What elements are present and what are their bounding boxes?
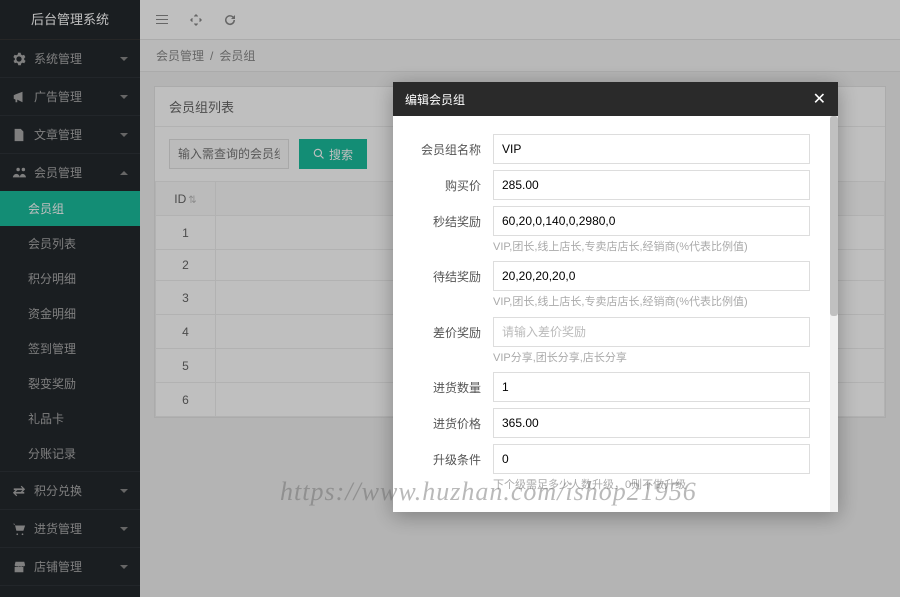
help-daijie: VIP,团长,线上店长,专卖店店长,经销商(%代表比例值) <box>493 295 810 310</box>
label-chajia: 差价奖励 <box>393 317 493 341</box>
input-jinhuo-price[interactable] <box>493 408 810 438</box>
label-name: 会员组名称 <box>393 134 493 158</box>
modal-body: 会员组名称 购买价 秒结奖励 VIP,团长,线上店长,专卖店店长,经销商(%代表… <box>393 116 838 512</box>
input-name[interactable] <box>493 134 810 164</box>
help-upgrade: 下个级需足多少人数升级，0则不做升级 <box>493 478 810 493</box>
modal-title: 编辑会员组 <box>405 91 465 108</box>
scrollbar-thumb[interactable] <box>830 116 838 316</box>
label-price: 购买价 <box>393 170 493 194</box>
input-jinhuo-qty[interactable] <box>493 372 810 402</box>
label-miaojie: 秒结奖励 <box>393 206 493 230</box>
label-upgrade: 升级条件 <box>393 444 493 468</box>
input-chajia[interactable] <box>493 317 810 347</box>
label-daijie: 待结奖励 <box>393 261 493 285</box>
help-miaojie: VIP,团长,线上店长,专卖店店长,经销商(%代表比例值) <box>493 240 810 255</box>
label-jinhuo-price: 进货价格 <box>393 408 493 432</box>
input-miaojie[interactable] <box>493 206 810 236</box>
input-price[interactable] <box>493 170 810 200</box>
input-daijie[interactable] <box>493 261 810 291</box>
label-jinhuo-qty: 进货数量 <box>393 372 493 396</box>
modal-scrollbar[interactable] <box>830 116 838 512</box>
input-upgrade[interactable] <box>493 444 810 474</box>
edit-modal: 编辑会员组 ✕ 会员组名称 购买价 秒结奖励 VIP,团长,线上店长,专卖店店长… <box>393 82 838 512</box>
modal-header: 编辑会员组 ✕ <box>393 82 838 116</box>
help-chajia: VIP分享,团长分享,店长分享 <box>493 351 810 366</box>
close-icon[interactable]: ✕ <box>813 89 826 109</box>
